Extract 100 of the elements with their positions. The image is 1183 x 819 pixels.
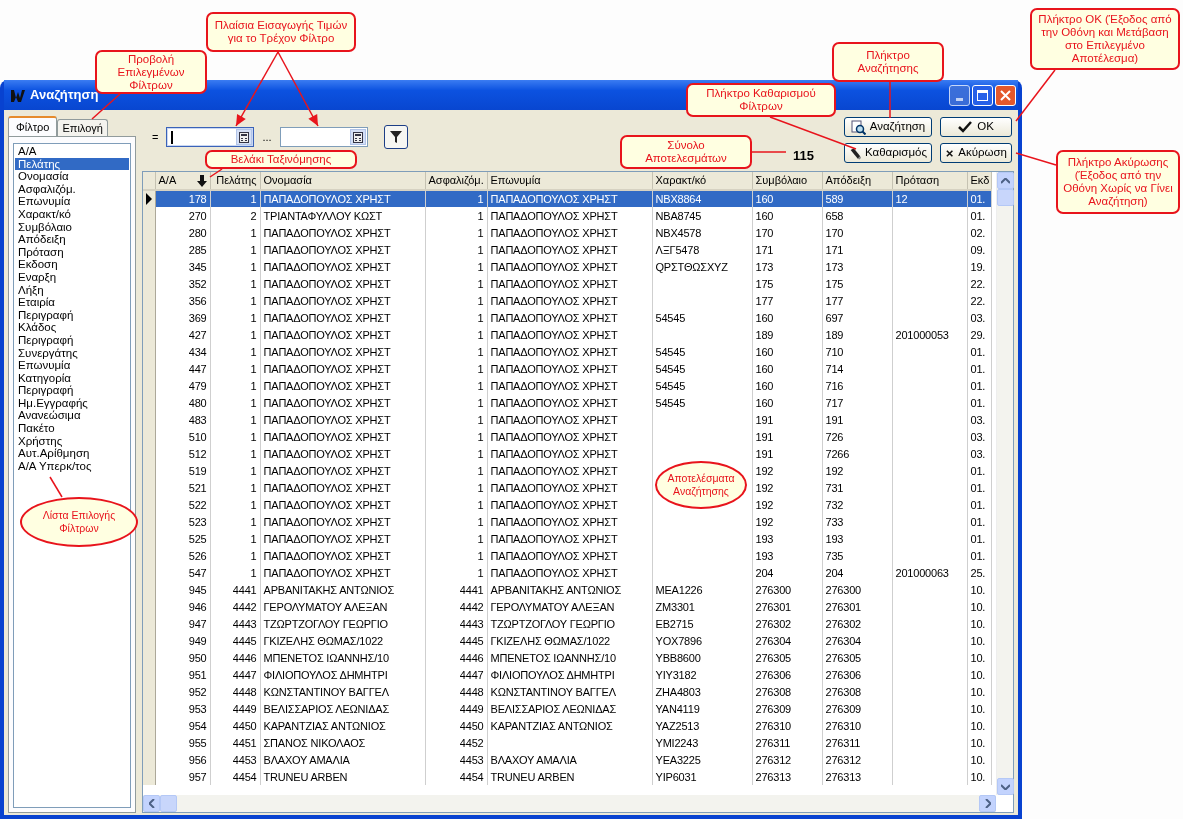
list-item[interactable]: Χαρακτ/κό <box>15 207 129 221</box>
list-item[interactable]: Περιγραφή <box>15 333 129 347</box>
search-button[interactable]: Αναζήτηση <box>844 117 932 137</box>
list-item[interactable]: Εναρξη <box>15 270 129 284</box>
list-item[interactable]: Πελάτης <box>15 157 129 171</box>
list-item[interactable]: Συνεργάτης <box>15 346 129 360</box>
scroll-left-button[interactable] <box>143 795 160 812</box>
list-item[interactable]: Χρήστης <box>15 434 129 448</box>
table-row[interactable]: 479 1 ΠΑΠΑΔΟΠΟΥΛΟΣ ΧΡΗΣΤ 1 ΠΑΠΑΔΟΠΟΥΛΟΣ ΧΡΗΣΤ 54545 160 716 01. <box>143 377 991 394</box>
table-row[interactable]: 434 1 ΠΑΠΑΔΟΠΟΥΛΟΣ ΧΡΗΣΤ 1 ΠΑΠΑΔΟΠΟΥΛΟΣ ΧΡΗΣΤ 54545 160 710 01. <box>143 343 991 360</box>
table-row[interactable]: 356 1 ΠΑΠΑΔΟΠΟΥΛΟΣ ΧΡΗΣΤ 1 ΠΑΠΑΔΟΠΟΥΛΟΣ ΧΡΗΣΤ 177 177 22. <box>143 292 991 309</box>
table-row[interactable]: 547 1 ΠΑΠΑΔΟΠΟΥΛΟΣ ΧΡΗΣΤ 1 ΠΑΠΑΔΟΠΟΥΛΟΣ ΧΡΗΣΤ 204 204 201000063 25. <box>143 564 991 581</box>
close-button[interactable] <box>995 84 1016 106</box>
list-item[interactable]: Κλάδος <box>15 321 129 334</box>
table-row[interactable]: 352 1 ΠΑΠΑΔΟΠΟΥΛΟΣ ΧΡΗΣΤ 1 ΠΑΠΑΔΟΠΟΥΛΟΣ ΧΡΗΣΤ 175 175 22. <box>143 275 991 292</box>
table-row[interactable]: 270 2 ΤΡΙΑΝΤΑΦΥΛΛΟΥ ΚΩΣΤ 1 ΠΑΠΑΔΟΠΟΥΛΟΣ ΧΡΗΣΤ NBA8745 160 658 01. <box>143 207 991 224</box>
scrollbar-thumb[interactable] <box>997 189 1014 206</box>
ok-button[interactable]: OK <box>940 117 1012 137</box>
table-row[interactable]: 447 1 ΠΑΠΑΔΟΠΟΥΛΟΣ ΧΡΗΣΤ 1 ΠΑΠΑΔΟΠΟΥΛΟΣ ΧΡΗΣΤ 54545 160 714 01. <box>143 360 991 377</box>
table-row[interactable]: 525 1 ΠΑΠΑΔΟΠΟΥΛΟΣ ΧΡΗΣΤ 1 ΠΑΠΑΔΟΠΟΥΛΟΣ ΧΡΗΣΤ 193 193 01. <box>143 530 991 547</box>
list-item[interactable]: Επωνυμία <box>15 359 129 372</box>
table-row[interactable]: 950 4446 ΜΠΕΝΕΤΟΣ ΙΩΑΝΝΗΣ/10 4446 ΜΠΕΝΕΤΟΣ ΙΩΑΝΝΗΣ/10 YBB8600 276305 276305 10. <box>143 649 991 666</box>
table-cell: 276310 <box>752 717 822 734</box>
column-header[interactable]: Επωνυμία <box>487 172 652 190</box>
table-row[interactable]: 951 4447 ΦΙΛΙΟΠΟΥΛΟΣ ΔΗΜΗΤΡΙ 4447 ΦΙΛΙΟΠΟΥΛΟΣ ΔΗΜΗΤΡΙ YIY3182 276306 276306 10. <box>143 666 991 683</box>
column-header[interactable]: Πελάτης <box>210 172 260 190</box>
column-header[interactable]: Χαρακτ/κό <box>652 172 752 190</box>
column-header[interactable]: Απόδειξη <box>822 172 892 190</box>
scroll-up-button[interactable] <box>997 172 1014 189</box>
table-row[interactable]: 285 1 ΠΑΠΑΔΟΠΟΥΛΟΣ ΧΡΗΣΤ 1 ΠΑΠΑΔΟΠΟΥΛΟΣ ΧΡΗΣΤ ΛΞΓ5478 171 171 09. <box>143 241 991 258</box>
column-header[interactable]: Συμβόλαιο <box>752 172 822 190</box>
list-item[interactable]: Επωνυμία <box>15 195 129 208</box>
column-header[interactable]: Εκδ <box>967 172 991 190</box>
tab[interactable]: Φίλτρο <box>8 116 58 136</box>
tab[interactable]: Επιλογή <box>57 119 108 136</box>
list-item[interactable]: Ημ.Εγγραφής <box>15 396 129 410</box>
list-item[interactable]: Αυτ.Αρίθμηση <box>15 447 129 460</box>
scroll-down-button[interactable] <box>997 778 1014 795</box>
table-cell: 276306 <box>822 666 892 683</box>
table-row[interactable]: 947 4443 ΤΖΩΡΤΖΟΓΛΟΥ ΓΕΩΡΓΙΟ 4443 ΤΖΩΡΤΖΟΓΛΟΥ ΓΕΩΡΓΙΟ EB2715 276302 276302 10. <box>143 615 991 632</box>
table-row[interactable]: 427 1 ΠΑΠΑΔΟΠΟΥΛΟΣ ΧΡΗΣΤ 1 ΠΑΠΑΔΟΠΟΥΛΟΣ ΧΡΗΣΤ 189 189 201000053 29. <box>143 326 991 343</box>
table-cell: 4451 <box>210 734 260 751</box>
list-item[interactable]: Ανανεώσιμα <box>15 409 129 423</box>
filter-button[interactable] <box>383 125 408 149</box>
cancel-button[interactable]: Ακύρωση <box>940 143 1012 163</box>
list-item[interactable]: Α/Α Υπερκ/τος <box>15 459 129 473</box>
vertical-scrollbar[interactable] <box>996 172 1013 795</box>
table-cell: 1 <box>425 428 487 445</box>
table-cell: ΒΕΛΙΣΣΑΡΙΟΣ ΛΕΩΝΙΔΑΣ <box>487 700 652 717</box>
table-row[interactable]: 945 4441 ΑΡΒΑΝΙΤΑΚΗΣ ΑΝΤΩΝΙΟΣ 4441 ΑΡΒΑΝΙΤΑΚΗΣ ΑΝΤΩΝΙΟΣ MEA1226 276300 276300 10. <box>143 581 991 598</box>
minimize-button[interactable] <box>949 84 970 106</box>
list-item[interactable]: Ονομασία <box>15 170 129 183</box>
table-row[interactable]: 956 4453 ΒΛΑΧΟΥ ΑΜΑΛΙΑ 4453 ΒΛΑΧΟΥ ΑΜΑΛΙΑ YEA3225 276312 276312 10. <box>143 751 991 768</box>
table-cell: 189 <box>822 326 892 343</box>
table-cell: 189 <box>752 326 822 343</box>
list-item[interactable]: Πρόταση <box>15 245 129 259</box>
list-item[interactable]: Εταιρία <box>15 296 129 309</box>
table-cell: ΠΑΠΑΔΟΠΟΥΛΟΣ ΧΡΗΣΤ <box>487 343 652 360</box>
list-item[interactable]: Περιγραφή <box>15 384 129 397</box>
scroll-right-button[interactable] <box>979 795 996 812</box>
list-item[interactable]: Λήξη <box>15 283 129 297</box>
table-cell: 4446 <box>210 649 260 666</box>
table-cell: 710 <box>822 343 892 360</box>
table-row[interactable]: 946 4442 ΓΕΡΟΛΥΜΑΤΟΥ ΑΛΕΞΑΝ 4442 ΓΕΡΟΛΥΜΑΤΟΥ ΑΛΕΞΑΝ ZM3301 276301 276301 10. <box>143 598 991 615</box>
table-row[interactable]: 953 4449 ΒΕΛΙΣΣΑΡΙΟΣ ΛΕΩΝΙΔΑΣ 4449 ΒΕΛΙΣΣΑΡΙΟΣ ΛΕΩΝΙΔΑΣ YAN4119 276309 276309 10. <box>143 700 991 717</box>
list-item[interactable]: Συμβόλαιο <box>15 220 129 234</box>
list-item[interactable]: Α/Α <box>15 145 129 158</box>
table-row[interactable]: 955 4451 ΣΠΑΝΟΣ ΝΙΚΟΛΑΟΣ 4452 YMI2243 276311 276311 10. <box>143 734 991 751</box>
table-row[interactable]: 523 1 ΠΑΠΑΔΟΠΟΥΛΟΣ ΧΡΗΣΤ 1 ΠΑΠΑΔΟΠΟΥΛΟΣ ΧΡΗΣΤ 192 733 01. <box>143 513 991 530</box>
clear-button[interactable]: Καθαρισμός <box>844 143 932 163</box>
table-row[interactable]: 526 1 ΠΑΠΑΔΟΠΟΥΛΟΣ ΧΡΗΣΤ 1 ΠΑΠΑΔΟΠΟΥΛΟΣ ΧΡΗΣΤ 193 735 01. <box>143 547 991 564</box>
table-row[interactable]: 949 4445 ΓΚΙΖΕΛΗΣ ΘΩΜΑΣ/1022 4445 ΓΚΙΖΕΛΗΣ ΘΩΜΑΣ/1022 YOX7896 276304 276304 10. <box>143 632 991 649</box>
table-cell: ΠΑΠΑΔΟΠΟΥΛΟΣ ΧΡΗΣΤ <box>260 530 425 547</box>
calculator-button[interactable] <box>236 129 253 145</box>
table-row[interactable]: 178 1 ΠΑΠΑΔΟΠΟΥΛΟΣ ΧΡΗΣΤ 1 ΠΑΠΑΔΟΠΟΥΛΟΣ ΧΡΗΣΤ NBX8864 160 589 12 01. <box>143 190 991 207</box>
list-item[interactable]: Απόδειξη <box>15 233 129 246</box>
table-row[interactable]: 480 1 ΠΑΠΑΔΟΠΟΥΛΟΣ ΧΡΗΣΤ 1 ΠΑΠΑΔΟΠΟΥΛΟΣ ΧΡΗΣΤ 54545 160 717 01. <box>143 394 991 411</box>
table-row[interactable]: 510 1 ΠΑΠΑΔΟΠΟΥΛΟΣ ΧΡΗΣΤ 1 ΠΑΠΑΔΟΠΟΥΛΟΣ ΧΡΗΣΤ 191 726 03. <box>143 428 991 445</box>
column-header[interactable]: Ασφαλιζόμ. <box>425 172 487 190</box>
table-row[interactable]: 957 4454 TRUNEU ARBEN 4454 TRUNEU ARBEN YIP6031 276313 276313 10. <box>143 768 991 785</box>
table-cell: 204 <box>822 564 892 581</box>
list-item[interactable]: Πακέτο <box>15 422 129 435</box>
table-row[interactable]: 952 4448 ΚΩΝΣΤΑΝΤΙΝΟΥ ΒΑΓΓΕΛ 4448 ΚΩΝΣΤΑΝΤΙΝΟΥ ΒΑΓΓΕΛ ZHA4803 276308 276308 10. <box>143 683 991 700</box>
leader-line <box>889 81 891 119</box>
maximize-button[interactable] <box>972 84 993 106</box>
table-row[interactable]: 954 4450 ΚΑΡΑΝΤΖΙΑΣ ΑΝΤΩΝΙΟΣ 4450 ΚΑΡΑΝΤΖΙΑΣ ΑΝΤΩΝΙΟΣ YAZ2513 276310 276310 10. <box>143 717 991 734</box>
list-item[interactable]: Κατηγορία <box>15 371 129 385</box>
table-row[interactable]: 345 1 ΠΑΠΑΔΟΠΟΥΛΟΣ ΧΡΗΣΤ 1 ΠΑΠΑΔΟΠΟΥΛΟΣ ΧΡΗΣΤ QΡΣΤΘΩΣΧΥΖ 173 173 19. <box>143 258 991 275</box>
horizontal-scrollbar[interactable] <box>143 795 996 812</box>
table-row[interactable]: 280 1 ΠΑΠΑΔΟΠΟΥΛΟΣ ΧΡΗΣΤ 1 ΠΑΠΑΔΟΠΟΥΛΟΣ ΧΡΗΣΤ NBX4578 170 170 02. <box>143 224 991 241</box>
list-item[interactable]: Εκδοση <box>15 258 129 271</box>
list-item[interactable]: Ασφαλιζόμ. <box>15 182 129 196</box>
list-item[interactable]: Περιγραφή <box>15 308 129 322</box>
column-header[interactable]: Πρόταση <box>892 172 967 190</box>
table-cell: 204 <box>752 564 822 581</box>
table-row[interactable]: 483 1 ΠΑΠΑΔΟΠΟΥΛΟΣ ΧΡΗΣΤ 1 ΠΑΠΑΔΟΠΟΥΛΟΣ ΧΡΗΣΤ 191 191 03. <box>143 411 991 428</box>
scrollbar-thumb[interactable] <box>160 795 177 812</box>
table-row[interactable]: 512 1 ΠΑΠΑΔΟΠΟΥΛΟΣ ΧΡΗΣΤ 1 ΠΑΠΑΔΟΠΟΥΛΟΣ ΧΡΗΣΤ 191 7266 03. <box>143 445 991 462</box>
column-header[interactable]: Ονομασία <box>260 172 425 190</box>
table-row[interactable]: 369 1 ΠΑΠΑΔΟΠΟΥΛΟΣ ΧΡΗΣΤ 1 ΠΑΠΑΔΟΠΟΥΛΟΣ ΧΡΗΣΤ 54545 160 697 03. <box>143 309 991 326</box>
